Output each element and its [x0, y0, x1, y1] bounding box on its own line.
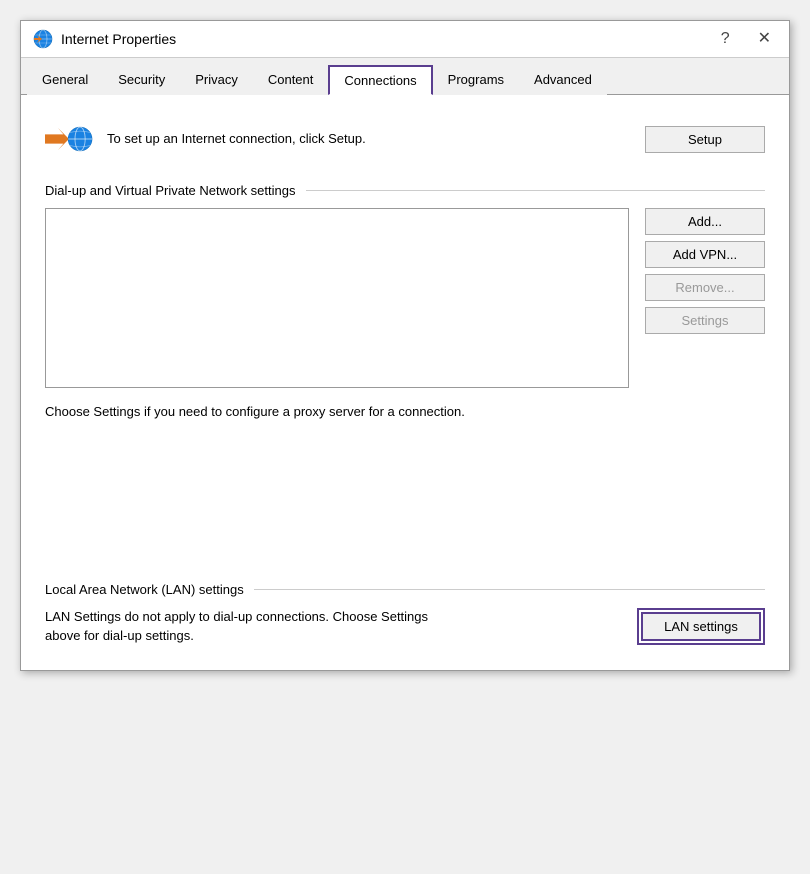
- tab-programs[interactable]: Programs: [433, 65, 519, 95]
- title-bar: Internet Properties ? ✕: [21, 21, 789, 58]
- proxy-description: Choose Settings if you need to configure…: [45, 402, 535, 422]
- vpn-buttons: Add... Add VPN... Remove... Settings: [645, 208, 765, 388]
- app-icon: [33, 29, 53, 49]
- title-bar-controls: ? ✕: [715, 29, 777, 49]
- lan-description: LAN Settings do not apply to dial-up con…: [45, 607, 465, 646]
- vpn-listbox[interactable]: [45, 208, 629, 388]
- lan-section: Local Area Network (LAN) settings LAN Se…: [45, 582, 765, 646]
- spacer: [45, 442, 765, 522]
- tab-privacy[interactable]: Privacy: [180, 65, 253, 95]
- lan-button-highlight: LAN settings: [637, 608, 765, 645]
- tab-connections[interactable]: Connections: [328, 65, 432, 95]
- lan-settings-button[interactable]: LAN settings: [641, 612, 761, 641]
- add-button[interactable]: Add...: [645, 208, 765, 235]
- tab-content-area: To set up an Internet connection, click …: [21, 95, 789, 670]
- internet-properties-window: Internet Properties ? ✕ General Security…: [20, 20, 790, 671]
- window-title: Internet Properties: [61, 31, 176, 47]
- setup-left: To set up an Internet connection, click …: [45, 115, 366, 163]
- setup-description: To set up an Internet connection, click …: [107, 130, 366, 148]
- vpn-section-header: Dial-up and Virtual Private Network sett…: [45, 183, 765, 198]
- lan-content: LAN Settings do not apply to dial-up con…: [45, 607, 765, 646]
- close-button[interactable]: ✕: [752, 29, 777, 49]
- help-button[interactable]: ?: [715, 29, 736, 49]
- tab-general[interactable]: General: [27, 65, 103, 95]
- internet-icon: [45, 115, 93, 163]
- setup-button[interactable]: Setup: [645, 126, 765, 153]
- setup-section: To set up an Internet connection, click …: [45, 115, 765, 163]
- vpn-section: Add... Add VPN... Remove... Settings: [45, 208, 765, 388]
- settings-button[interactable]: Settings: [645, 307, 765, 334]
- remove-button[interactable]: Remove...: [645, 274, 765, 301]
- add-vpn-button[interactable]: Add VPN...: [645, 241, 765, 268]
- title-bar-left: Internet Properties: [33, 29, 176, 49]
- lan-section-header: Local Area Network (LAN) settings: [45, 582, 765, 597]
- tab-security[interactable]: Security: [103, 65, 180, 95]
- tab-advanced[interactable]: Advanced: [519, 65, 607, 95]
- tabs-bar: General Security Privacy Content Connect…: [21, 58, 789, 95]
- tab-content[interactable]: Content: [253, 65, 329, 95]
